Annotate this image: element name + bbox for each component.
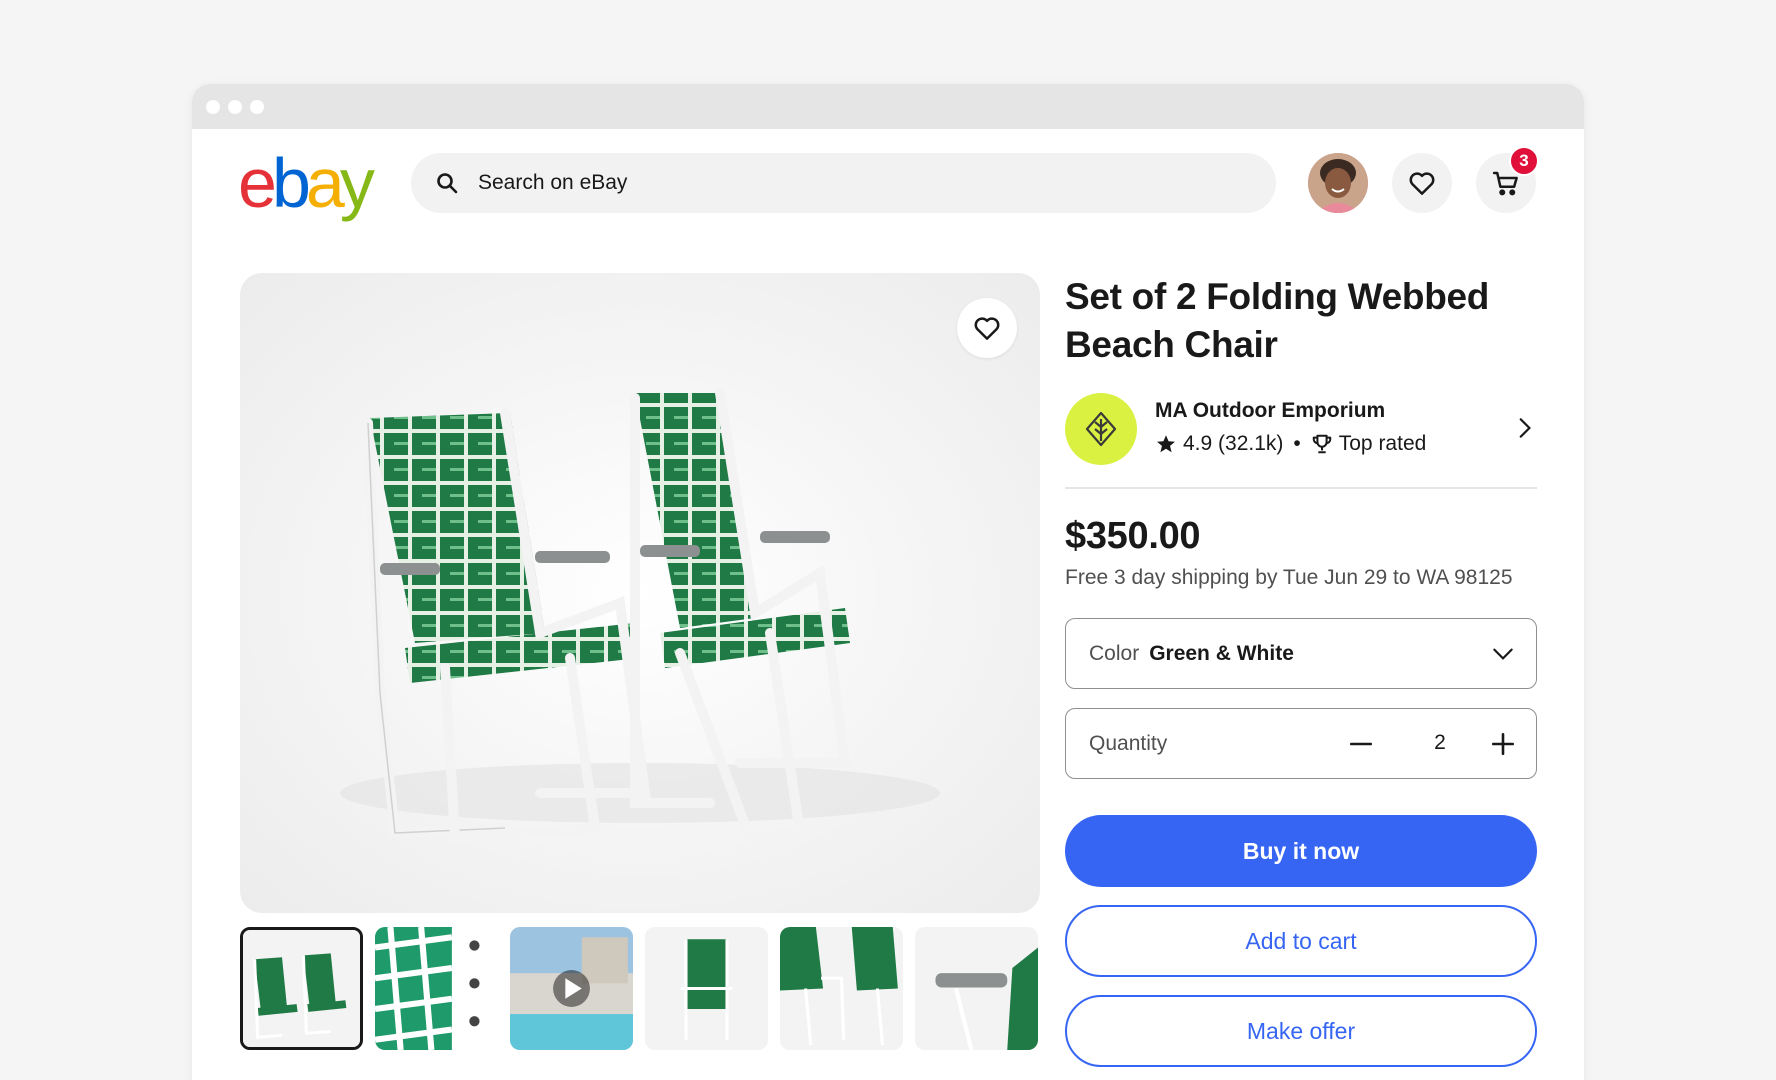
avatar[interactable] [1308, 153, 1368, 213]
thumbnail-image [243, 930, 360, 1047]
thumbnail-strip [240, 927, 1038, 1050]
window-control-dot[interactable] [228, 99, 242, 114]
thumbnail-folded-chair[interactable] [645, 927, 768, 1050]
heart-icon [1409, 172, 1435, 195]
quantity-stepper: Quantity 2 [1065, 708, 1537, 779]
product-details-panel: Set of 2 Folding Webbed Beach Chair MA O… [1065, 273, 1537, 1067]
product-title: Set of 2 Folding Webbed Beach Chair [1065, 276, 1490, 365]
avatar-image [1308, 153, 1368, 213]
seller-logo [1065, 393, 1137, 465]
thumbnail-armrest-detail[interactable] [915, 927, 1038, 1050]
thumbnail-image [915, 927, 1038, 1050]
star-icon [1157, 435, 1175, 453]
thumbnail-image [645, 927, 768, 1050]
thumbnail-image [375, 927, 498, 1050]
favorite-button[interactable] [957, 298, 1017, 358]
color-select[interactable]: Color Green & White [1065, 618, 1537, 689]
thumbnail-webbing-features[interactable] [375, 927, 498, 1050]
shipping-info: Free 3 day shipping by Tue Jun 29 to WA … [1065, 566, 1513, 589]
chevron-right-icon[interactable] [1511, 415, 1537, 441]
logo-letter-y: y [339, 144, 375, 222]
color-label: Color [1089, 641, 1140, 665]
cart-button[interactable]: 3 [1476, 146, 1539, 213]
color-value: Green & White [1149, 641, 1294, 665]
logo-letter-e: e [238, 144, 277, 222]
search-bar[interactable] [411, 153, 1276, 213]
logo-letter-a: a [305, 144, 345, 222]
window-control-dot[interactable] [250, 99, 264, 114]
seller-rating: 4.9 (32.1k) [1183, 432, 1284, 455]
add-to-cart-button[interactable]: Add to cart [1065, 905, 1537, 977]
top-rated-badge: Top rated [1338, 432, 1427, 455]
site-header: ebay Search on eBay 3 [192, 144, 1584, 222]
window-control-dot[interactable] [206, 99, 220, 114]
leaf-icon [1085, 411, 1117, 447]
trophy-icon [1312, 434, 1332, 454]
price: $350.00 [1065, 515, 1201, 557]
product-main-image[interactable] [240, 273, 1040, 913]
ebay-logo[interactable]: ebay [238, 144, 375, 222]
thumbnail-video[interactable] [510, 927, 633, 1050]
thumbnail-image [510, 927, 633, 1050]
buy-it-now-button[interactable]: Buy it now [1065, 815, 1537, 887]
search-icon [437, 173, 458, 194]
heart-icon [974, 317, 1000, 340]
logo-letter-b: b [271, 144, 311, 222]
divider [1065, 487, 1537, 489]
quantity-label: Quantity [1089, 731, 1168, 755]
seller-meta: 4.9 (32.1k) • Top rated [1155, 432, 1426, 456]
watchlist-button[interactable] [1392, 153, 1452, 213]
beach-chairs-image [340, 388, 940, 844]
minus-icon[interactable] [1348, 731, 1374, 757]
make-offer-button[interactable]: Make offer [1065, 995, 1537, 1067]
meta-separator: • [1293, 432, 1301, 455]
seller-card[interactable]: MA Outdoor Emporium 4.9 (32.1k) • Top ra… [1065, 393, 1537, 467]
thumbnail-two-chairs[interactable] [240, 927, 363, 1050]
thumbnail-side-view[interactable] [780, 927, 903, 1050]
seller-name[interactable]: MA Outdoor Emporium [1155, 399, 1385, 423]
cart-count-badge: 3 [1509, 146, 1539, 176]
search-input[interactable] [478, 171, 1178, 195]
thumbnail-image [780, 927, 903, 1050]
chevron-down-icon [1493, 648, 1513, 660]
window-titlebar [192, 84, 1584, 129]
plus-icon[interactable] [1490, 731, 1516, 757]
quantity-value[interactable]: 2 [1430, 731, 1450, 755]
browser-window: ebay Search on eBay 3 Set of 2 Folding W… [192, 84, 1584, 1080]
